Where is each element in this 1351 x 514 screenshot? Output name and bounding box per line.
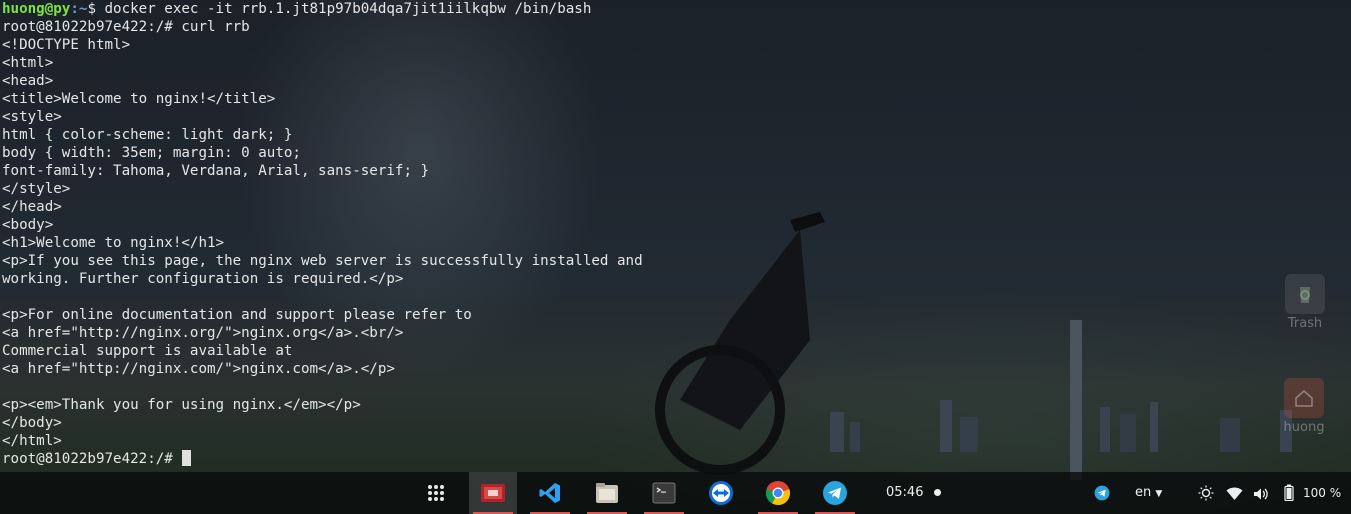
taskbar-terminal[interactable]: [640, 472, 688, 514]
desktop-trash[interactable]: Trash: [1275, 274, 1335, 331]
taskbar-files[interactable]: [583, 472, 631, 514]
home-folder-label: huong: [1283, 420, 1325, 435]
taskbar-telegram[interactable]: [811, 472, 859, 514]
prompt-command: $ docker exec -it rrb.1.jt81p97b04dqa7ji…: [87, 1, 592, 17]
screen-recorder-icon: [481, 484, 505, 502]
telegram-tray-icon: [1094, 485, 1110, 501]
app-grid-button[interactable]: [412, 472, 460, 514]
desktop-home-folder[interactable]: huong: [1274, 378, 1334, 435]
terminal-line: working. Further configuration is requir…: [2, 271, 404, 287]
terminal-line: html { color-scheme: light dark; }: [2, 127, 293, 143]
terminal-line: <a href="http://nginx.com/">nginx.com</a…: [2, 361, 395, 377]
terminal-line: <html>: [2, 55, 54, 71]
terminal-line: <p>For online documentation and support …: [2, 307, 472, 323]
terminal-line: <h1>Welcome to nginx!</h1>: [2, 235, 225, 251]
trash-icon: [1285, 274, 1325, 314]
terminal-line: <p>If you see this page, the nginx web s…: [2, 253, 643, 269]
brightness-icon[interactable]: [1198, 485, 1214, 505]
terminal-line: body { width: 35em; margin: 0 auto;: [2, 145, 301, 161]
app-grid-icon: [428, 485, 444, 501]
wifi-icon[interactable]: [1226, 486, 1243, 505]
terminal-line: Commercial support is available at: [2, 343, 293, 359]
files-icon: [596, 483, 618, 503]
terminal-line: </html>: [2, 433, 62, 449]
notification-dot: [934, 489, 941, 496]
battery-icon[interactable]: [1284, 484, 1294, 505]
terminal-line: </head>: [2, 199, 62, 215]
terminal-line: <p><em>Thank you for using nginx.</em></…: [2, 397, 361, 413]
terminal-line: <title>Welcome to nginx!</title>: [2, 91, 276, 107]
taskbar-vscode[interactable]: [526, 472, 574, 514]
chevron-down-icon: ▼: [1155, 489, 1163, 499]
terminal-line: </body>: [2, 415, 62, 431]
language-indicator[interactable]: en ▼: [1135, 485, 1162, 500]
clock[interactable]: 05:46: [886, 485, 923, 500]
terminal-icon: [652, 482, 676, 504]
taskbar-teamviewer[interactable]: [697, 472, 745, 514]
taskbar-chrome[interactable]: [754, 472, 802, 514]
prompt-path: :~: [70, 1, 88, 17]
terminal-line: <!DOCTYPE html>: [2, 37, 131, 53]
home-folder-icon: [1284, 378, 1324, 418]
terminal-line: <head>: [2, 73, 54, 89]
tray-telegram[interactable]: [1080, 472, 1124, 514]
vscode-icon: [539, 483, 560, 503]
battery-percentage: 100 %: [1303, 486, 1342, 500]
chrome-icon: [765, 481, 791, 506]
taskbar-screen-recorder[interactable]: [469, 472, 517, 514]
final-prompt: root@81022b97e422:/#: [2, 451, 182, 467]
trash-label: Trash: [1287, 316, 1323, 331]
prompt-user: huong@py: [2, 1, 71, 17]
terminal-line: font-family: Tahoma, Verdana, Arial, san…: [2, 163, 430, 179]
volume-icon[interactable]: [1253, 486, 1270, 505]
terminal-cursor: [182, 450, 192, 466]
terminal-line: root@81022b97e422:/# curl rrb: [2, 19, 250, 35]
language-label: en: [1135, 485, 1152, 500]
taskbar: 05:46 en ▼ 100 %: [0, 472, 1351, 514]
telegram-icon: [823, 481, 847, 505]
teamviewer-icon: [709, 481, 733, 505]
terminal-line: <body>: [2, 217, 54, 233]
terminal-line: <style>: [2, 109, 62, 125]
terminal-line: </style>: [2, 181, 71, 197]
terminal-line: <a href="http://nginx.org/">nginx.org</a…: [2, 325, 404, 341]
terminal-output[interactable]: huong@py:~$ docker exec -it rrb.1.jt81p9…: [2, 0, 902, 468]
